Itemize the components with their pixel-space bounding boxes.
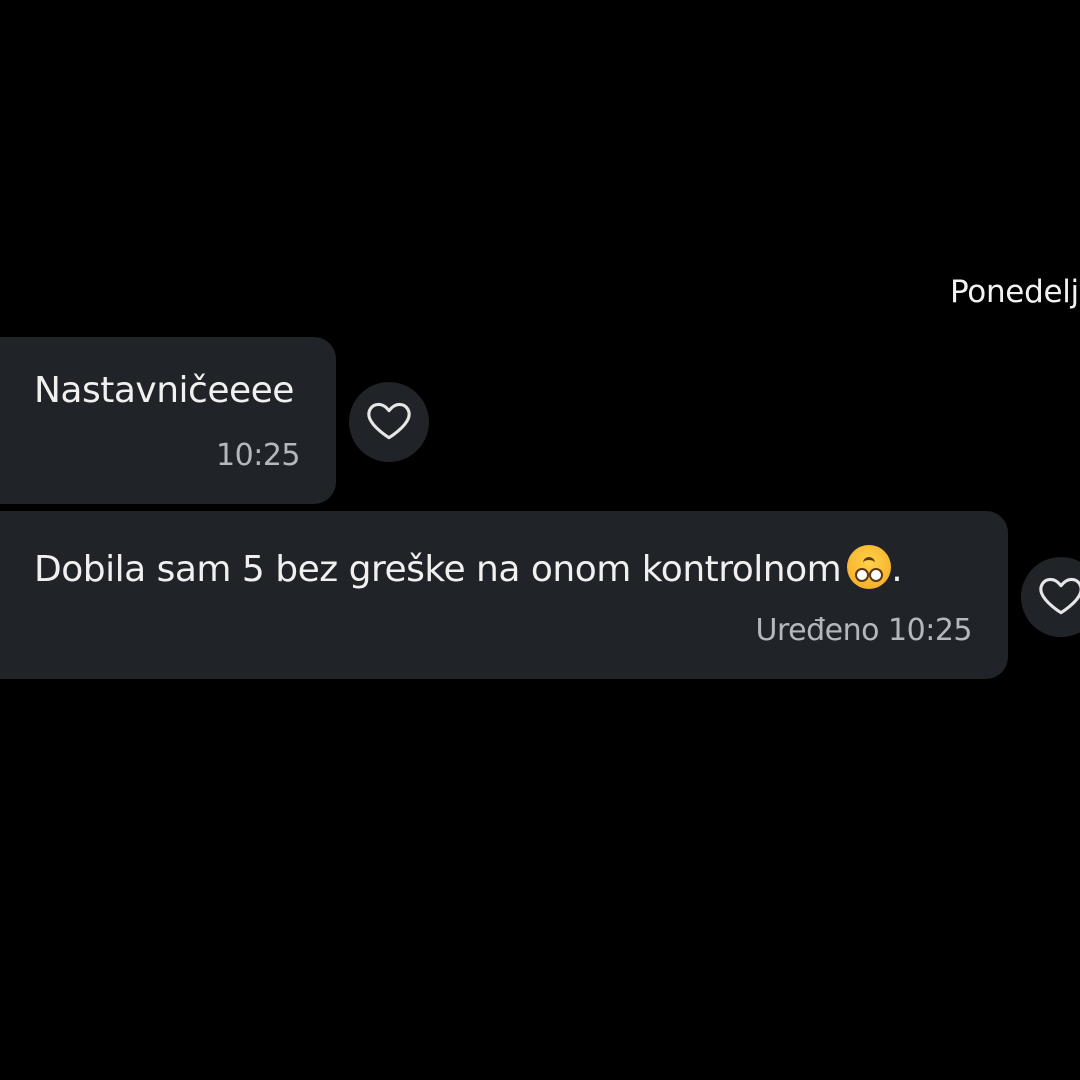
message-text: Nastavničeeee xyxy=(34,370,294,411)
react-heart-button[interactable] xyxy=(349,382,429,462)
react-heart-button[interactable] xyxy=(1021,557,1080,637)
message-bubble[interactable]: Dobila sam 5 bez greške na onom kontroln… xyxy=(0,511,1008,679)
heart-outline-icon xyxy=(364,395,414,449)
message-bubble[interactable]: Nastavničeeee 10:25 xyxy=(0,337,336,504)
date-divider: Ponedelj xyxy=(950,274,1079,310)
message-text: Dobila sam 5 bez greške na onom kontroln… xyxy=(34,545,903,590)
upside-down-face-emoji xyxy=(847,545,892,589)
message-edited-timestamp: Uređeno 10:25 xyxy=(755,613,973,648)
message-suffix: . xyxy=(891,549,903,590)
message-timestamp: 10:25 xyxy=(216,438,300,473)
emoji-mouth xyxy=(863,557,876,564)
emoji-eye xyxy=(855,568,870,582)
chat-view: Ponedelj Nastavničeeee 10:25 Dobila sam … xyxy=(0,0,1080,1080)
message-body: Dobila sam 5 bez greške na onom kontroln… xyxy=(34,549,842,590)
heart-outline-icon xyxy=(1036,570,1080,624)
emoji-eye xyxy=(869,568,884,582)
